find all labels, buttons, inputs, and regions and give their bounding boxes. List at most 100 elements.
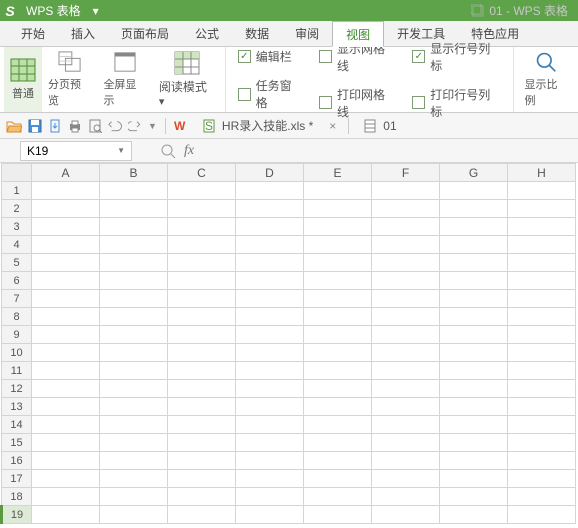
cell-A3[interactable] <box>32 218 100 236</box>
cell-B19[interactable] <box>100 506 168 524</box>
cell-C14[interactable] <box>168 416 236 434</box>
cell-A6[interactable] <box>32 272 100 290</box>
col-header-C[interactable]: C <box>168 164 236 182</box>
cell-C17[interactable] <box>168 470 236 488</box>
cell-E14[interactable] <box>304 416 372 434</box>
cell-C15[interactable] <box>168 434 236 452</box>
cell-C16[interactable] <box>168 452 236 470</box>
cell-G4[interactable] <box>440 236 508 254</box>
row-header-19[interactable]: 19 <box>2 506 32 524</box>
checkbox-任务窗格[interactable]: 任务窗格 <box>230 75 311 113</box>
cell-B8[interactable] <box>100 308 168 326</box>
cell-D4[interactable] <box>236 236 304 254</box>
col-header-F[interactable]: F <box>372 164 440 182</box>
save-icon[interactable] <box>28 119 42 133</box>
cell-A18[interactable] <box>32 488 100 506</box>
cell-G19[interactable] <box>440 506 508 524</box>
cell-G9[interactable] <box>440 326 508 344</box>
cell-G16[interactable] <box>440 452 508 470</box>
cell-H4[interactable] <box>508 236 576 254</box>
row-header-1[interactable]: 1 <box>2 182 32 200</box>
menu-4[interactable]: 数据 <box>232 21 282 46</box>
col-header-E[interactable]: E <box>304 164 372 182</box>
checkbox-打印行号列标[interactable]: 打印行号列标 <box>404 84 509 122</box>
checkbox-显示行号列标[interactable]: 显示行号列标 <box>404 38 509 76</box>
cell-G11[interactable] <box>440 362 508 380</box>
cell-H16[interactable] <box>508 452 576 470</box>
col-header-D[interactable]: D <box>236 164 304 182</box>
cell-G3[interactable] <box>440 218 508 236</box>
menu-0[interactable]: 开始 <box>8 21 58 46</box>
fx-label[interactable]: fx <box>184 143 194 159</box>
cell-E17[interactable] <box>304 470 372 488</box>
undo-icon[interactable] <box>108 119 122 133</box>
row-header-8[interactable]: 8 <box>2 308 32 326</box>
menu-2[interactable]: 页面布局 <box>108 21 182 46</box>
document-tab-2[interactable]: 01 <box>357 113 402 138</box>
cell-A9[interactable] <box>32 326 100 344</box>
row-header-12[interactable]: 12 <box>2 380 32 398</box>
row-header-7[interactable]: 7 <box>2 290 32 308</box>
cell-D8[interactable] <box>236 308 304 326</box>
row-header-15[interactable]: 15 <box>2 434 32 452</box>
cell-F12[interactable] <box>372 380 440 398</box>
checkbox-编辑栏[interactable]: 编辑栏 <box>230 46 311 67</box>
col-header-B[interactable]: B <box>100 164 168 182</box>
tab-close-button[interactable]: × <box>325 119 340 133</box>
cell-D16[interactable] <box>236 452 304 470</box>
cell-B15[interactable] <box>100 434 168 452</box>
cell-C9[interactable] <box>168 326 236 344</box>
cell-A5[interactable] <box>32 254 100 272</box>
cell-D11[interactable] <box>236 362 304 380</box>
row-header-2[interactable]: 2 <box>2 200 32 218</box>
cell-A1[interactable] <box>32 182 100 200</box>
open-icon[interactable] <box>6 119 22 133</box>
cell-F10[interactable] <box>372 344 440 362</box>
cell-D19[interactable] <box>236 506 304 524</box>
cell-E7[interactable] <box>304 290 372 308</box>
select-all-corner[interactable] <box>2 164 32 182</box>
cell-F1[interactable] <box>372 182 440 200</box>
document-tab-1[interactable]: S HR录入技能.xls * <box>196 113 319 138</box>
cell-B6[interactable] <box>100 272 168 290</box>
cell-E19[interactable] <box>304 506 372 524</box>
menu-3[interactable]: 公式 <box>182 21 232 46</box>
app-menu-dropdown[interactable]: ▾ <box>87 4 105 18</box>
cell-B10[interactable] <box>100 344 168 362</box>
cell-B16[interactable] <box>100 452 168 470</box>
cell-D10[interactable] <box>236 344 304 362</box>
cell-C18[interactable] <box>168 488 236 506</box>
cell-G12[interactable] <box>440 380 508 398</box>
cell-H12[interactable] <box>508 380 576 398</box>
cell-A17[interactable] <box>32 470 100 488</box>
cell-H8[interactable] <box>508 308 576 326</box>
spreadsheet[interactable]: ABCDEFGH12345678910111213141516171819 <box>0 163 578 524</box>
cell-E8[interactable] <box>304 308 372 326</box>
row-header-10[interactable]: 10 <box>2 344 32 362</box>
cell-H6[interactable] <box>508 272 576 290</box>
cell-H13[interactable] <box>508 398 576 416</box>
cell-F14[interactable] <box>372 416 440 434</box>
cell-C2[interactable] <box>168 200 236 218</box>
cell-G13[interactable] <box>440 398 508 416</box>
cell-D18[interactable] <box>236 488 304 506</box>
cell-H9[interactable] <box>508 326 576 344</box>
cell-F18[interactable] <box>372 488 440 506</box>
cell-H19[interactable] <box>508 506 576 524</box>
row-header-4[interactable]: 4 <box>2 236 32 254</box>
cell-A15[interactable] <box>32 434 100 452</box>
cell-A7[interactable] <box>32 290 100 308</box>
col-header-A[interactable]: A <box>32 164 100 182</box>
qat-dropdown[interactable]: ▼ <box>148 121 157 131</box>
cell-D17[interactable] <box>236 470 304 488</box>
cell-D1[interactable] <box>236 182 304 200</box>
cell-E10[interactable] <box>304 344 372 362</box>
cell-A13[interactable] <box>32 398 100 416</box>
cell-D15[interactable] <box>236 434 304 452</box>
cell-H15[interactable] <box>508 434 576 452</box>
cell-E4[interactable] <box>304 236 372 254</box>
cell-D6[interactable] <box>236 272 304 290</box>
row-header-14[interactable]: 14 <box>2 416 32 434</box>
cell-B7[interactable] <box>100 290 168 308</box>
cell-D7[interactable] <box>236 290 304 308</box>
